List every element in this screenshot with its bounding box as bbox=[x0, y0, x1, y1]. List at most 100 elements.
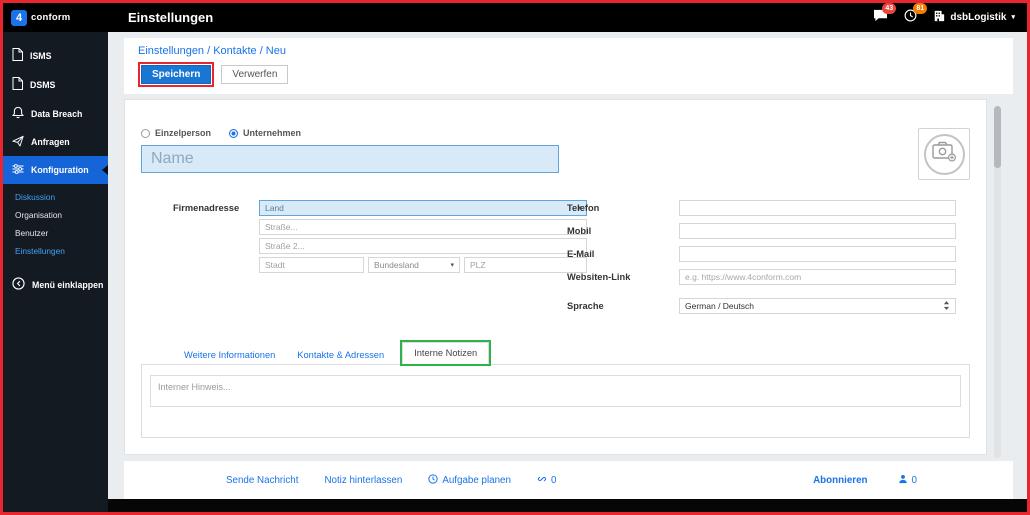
country-select[interactable]: Land ▾ bbox=[259, 200, 587, 216]
scrollbar-thumb[interactable] bbox=[994, 106, 1001, 168]
form-tabs: Weitere Informationen Kontakte & Adresse… bbox=[141, 340, 970, 366]
address-block: Firmenadresse Land ▾ Bundesl bbox=[141, 200, 587, 314]
topbar: Einstellungen 43 81 dsbLogistik ▾ bbox=[108, 3, 1027, 32]
email-input[interactable] bbox=[679, 246, 956, 262]
send-icon bbox=[12, 135, 24, 149]
state-select-value: Bundesland bbox=[374, 260, 419, 270]
attachments-button[interactable]: 0 bbox=[537, 474, 556, 487]
sliders-icon bbox=[12, 163, 24, 177]
app-window: 4 conform ISMS DSMS Data Breach Anfragen bbox=[0, 0, 1030, 515]
contact-form-card: Einzelperson Unternehmen Name Firmenadre… bbox=[124, 99, 987, 455]
street-input[interactable] bbox=[259, 219, 587, 235]
logo-text: conform bbox=[31, 12, 71, 23]
scrollbar[interactable] bbox=[994, 106, 1001, 458]
country-select-value: Land bbox=[265, 203, 284, 213]
toolbar: Speichern Verwerfen bbox=[138, 62, 999, 87]
sidebar-nav: ISMS DSMS Data Breach Anfragen Konfigura… bbox=[3, 32, 108, 299]
sidebar-item-konfiguration[interactable]: Konfiguration bbox=[3, 156, 108, 184]
sidebar-item-dsms[interactable]: DSMS bbox=[3, 70, 108, 99]
plan-task-link[interactable]: Aufgabe planen bbox=[428, 473, 511, 487]
chevron-down-icon: ▾ bbox=[450, 261, 454, 269]
sidebar: 4 conform ISMS DSMS Data Breach Anfragen bbox=[3, 3, 108, 512]
radio-label: Unternehmen bbox=[243, 128, 302, 138]
contact-type-radios: Einzelperson Unternehmen bbox=[141, 128, 559, 138]
logo-4-icon: 4 bbox=[11, 9, 27, 26]
main-column: Einstellungen 43 81 dsbLogistik ▾ Einste… bbox=[108, 3, 1027, 512]
street2-input[interactable] bbox=[259, 238, 587, 254]
person-icon bbox=[898, 474, 908, 487]
form-grid: Firmenadresse Land ▾ Bundesl bbox=[141, 200, 970, 314]
messages-button[interactable]: 43 bbox=[873, 3, 897, 27]
plan-task-label: Aufgabe planen bbox=[442, 474, 511, 486]
send-message-link[interactable]: Sende Nachricht bbox=[226, 475, 298, 486]
sidebar-item-isms[interactable]: ISMS bbox=[3, 41, 108, 70]
bell-icon bbox=[12, 106, 24, 121]
org-switcher[interactable]: dsbLogistik ▾ bbox=[933, 10, 1015, 25]
radio-unchecked-icon bbox=[141, 128, 150, 138]
radio-unternehmen[interactable]: Unternehmen bbox=[229, 128, 301, 138]
link-icon bbox=[537, 474, 547, 487]
sidebar-item-anfragen[interactable]: Anfragen bbox=[3, 128, 108, 156]
sidebar-subitem-organisation[interactable]: Organisation bbox=[3, 206, 108, 224]
save-button[interactable]: Speichern bbox=[141, 65, 212, 84]
tab-weitere-informationen[interactable]: Weitere Informationen bbox=[173, 345, 286, 365]
followers-count: 0 bbox=[911, 474, 917, 486]
subscribe-label: Abonnieren bbox=[813, 474, 868, 486]
attachments-count: 0 bbox=[550, 474, 557, 486]
subscribe-button[interactable]: Abonnieren bbox=[813, 475, 867, 486]
leave-note-link[interactable]: Notiz hinterlassen bbox=[324, 475, 402, 486]
phone-label: Telefon bbox=[567, 203, 600, 213]
photo-upload[interactable] bbox=[918, 128, 970, 180]
app-logo[interactable]: 4 conform bbox=[3, 3, 108, 32]
company-address-label: Firmenadresse bbox=[173, 203, 240, 213]
language-select[interactable]: German / Deutsch bbox=[679, 298, 956, 314]
tab-content bbox=[141, 364, 970, 438]
page-title: Einstellungen bbox=[128, 10, 214, 25]
sidebar-subitem-benutzer[interactable]: Benutzer bbox=[3, 224, 108, 242]
footer-bar: Sende Nachricht Notiz hinterlassen Aufga… bbox=[124, 461, 1013, 499]
chevron-down-icon: ▾ bbox=[1011, 14, 1015, 21]
followers-button[interactable]: 0 bbox=[898, 474, 917, 487]
send-message-label: Sende Nachricht bbox=[226, 474, 299, 486]
language-select-value: German / Deutsch bbox=[685, 301, 754, 311]
state-select[interactable]: Bundesland ▾ bbox=[368, 257, 460, 273]
email-label: E-Mail bbox=[567, 249, 595, 259]
name-input[interactable] bbox=[141, 145, 559, 173]
activities-badge: 81 bbox=[913, 3, 928, 14]
tab-annotation-box: Interne Notizen bbox=[400, 340, 492, 366]
city-input[interactable] bbox=[259, 257, 364, 273]
control-panel: Einstellungen / Kontakte / Neu Speichern… bbox=[124, 38, 1013, 94]
sidebar-subitem-einstellungen[interactable]: Einstellungen bbox=[3, 242, 108, 260]
konfiguration-submenu: Diskussion Organisation Benutzer Einstel… bbox=[3, 184, 108, 262]
tab-kontakte-adressen[interactable]: Kontakte & Adressen bbox=[286, 345, 395, 365]
discard-button[interactable]: Verwerfen bbox=[221, 65, 289, 84]
mobile-input[interactable] bbox=[679, 223, 956, 239]
phone-input[interactable] bbox=[679, 200, 956, 216]
website-input[interactable] bbox=[679, 269, 956, 285]
save-annotation-box: Speichern bbox=[138, 62, 215, 87]
mobile-label: Mobil bbox=[567, 226, 592, 236]
sidebar-item-label: ISMS bbox=[30, 50, 52, 61]
photo-circle bbox=[923, 133, 965, 175]
sidebar-item-label: Data Breach bbox=[31, 108, 83, 119]
form-header: Einzelperson Unternehmen bbox=[141, 128, 970, 180]
language-label: Sprache bbox=[567, 301, 604, 311]
collapse-arrow-icon bbox=[12, 277, 25, 292]
topbar-actions: 43 81 dsbLogistik ▾ bbox=[873, 3, 1015, 27]
leave-note-label: Notiz hinterlassen bbox=[324, 474, 403, 486]
tab-interne-notizen[interactable]: Interne Notizen bbox=[402, 342, 490, 364]
internal-note-input[interactable] bbox=[150, 375, 961, 407]
footer-actions: Sende Nachricht Notiz hinterlassen Aufga… bbox=[226, 473, 556, 487]
sidebar-item-label: Anfragen bbox=[31, 137, 70, 147]
camera-plus-icon bbox=[932, 141, 957, 167]
updown-caret-icon bbox=[943, 300, 950, 313]
sidebar-item-data-breach[interactable]: Data Breach bbox=[3, 99, 108, 128]
activities-button[interactable]: 81 bbox=[904, 3, 928, 27]
collapse-label: Menü einklappen bbox=[32, 279, 104, 290]
content-area: Einstellungen / Kontakte / Neu Speichern… bbox=[108, 32, 1027, 499]
breadcrumb[interactable]: Einstellungen / Kontakte / Neu bbox=[138, 45, 999, 57]
radio-einzelperson[interactable]: Einzelperson bbox=[141, 128, 211, 138]
sidebar-subitem-diskussion[interactable]: Diskussion bbox=[3, 188, 108, 206]
website-label: Websiten-Link bbox=[567, 272, 631, 282]
sidebar-collapse-button[interactable]: Menü einklappen bbox=[3, 270, 108, 299]
